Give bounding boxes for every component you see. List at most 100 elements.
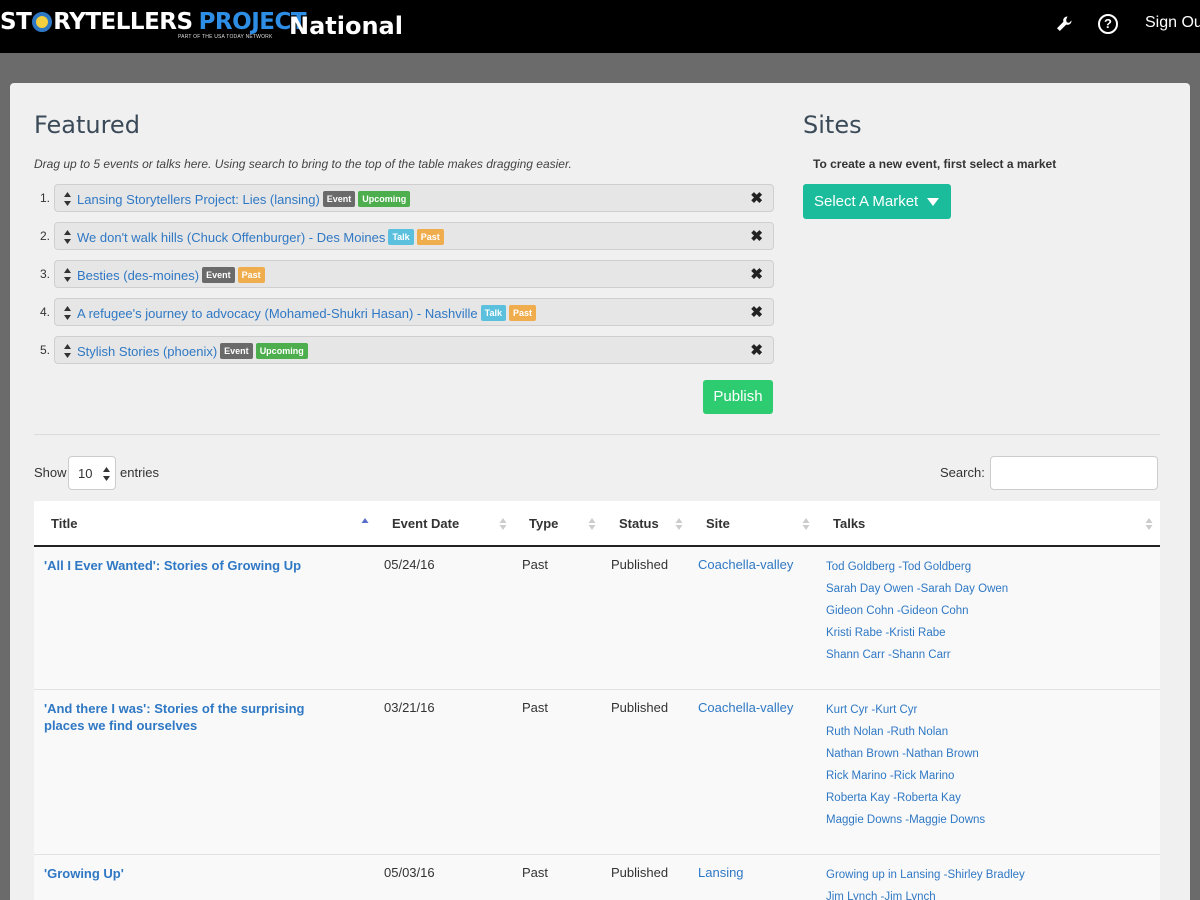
featured-item[interactable]: 2. We don't walk hills (Chuck Offenburger…: [34, 222, 774, 250]
row-talks-list: Kurt Cyr -Kurt Cyr Ruth Nolan -Ruth Nolan…: [826, 699, 985, 831]
entries-length-select[interactable]: 10: [68, 456, 116, 490]
featured-item-link[interactable]: Besties (des-moines) Event Past: [77, 267, 265, 283]
badge-event: Event: [202, 267, 235, 283]
entries-length-value: 10: [78, 466, 93, 481]
featured-item-label[interactable]: A refugee's journey to advocacy (Mohamed…: [77, 306, 478, 321]
sort-icon[interactable]: [499, 517, 507, 531]
column-header-type[interactable]: Type: [529, 516, 558, 531]
featured-item-number: 4.: [39, 305, 50, 319]
featured-item[interactable]: 5. Stylish Stories (phoenix) Event Upcoming…: [34, 336, 774, 364]
sort-asc-icon[interactable]: [361, 517, 369, 531]
talk-link[interactable]: Jim Lynch -Jim Lynch: [826, 886, 1025, 900]
logo-o-circle: [32, 12, 53, 32]
logo-text-a: ST: [0, 9, 32, 35]
row-site-link[interactable]: Lansing: [698, 865, 744, 880]
sort-icon[interactable]: [588, 517, 596, 531]
table-row: 'All I Ever Wanted': Stories of Growing …: [34, 547, 1160, 690]
logo-subtitle: PART OF THE USA TODAY NETWORK: [178, 34, 273, 40]
row-site-link[interactable]: Coachella-valley: [698, 700, 793, 715]
remove-close-icon[interactable]: ✖: [750, 305, 763, 320]
entries-label: entries: [120, 465, 160, 480]
drag-handle-icon[interactable]: [63, 343, 72, 359]
featured-item[interactable]: 1. Lansing Storytellers Project: Lies (la…: [34, 184, 774, 212]
select-market-dropdown[interactable]: Select A Market: [803, 184, 951, 219]
featured-item[interactable]: 4. A refugee's journey to advocacy (Moham…: [34, 298, 774, 326]
featured-item-box[interactable]: We don't walk hills (Chuck Offenburger) …: [54, 222, 774, 250]
featured-hint: Drag up to 5 events or talks here. Using…: [34, 157, 572, 171]
talk-link[interactable]: Roberta Kay -Roberta Kay: [826, 787, 985, 809]
row-status: Published: [611, 700, 669, 715]
row-talks-list: Growing up in Lansing -Shirley Bradley Ji…: [826, 864, 1025, 900]
talk-link[interactable]: Ruth Nolan -Ruth Nolan: [826, 721, 985, 743]
featured-item-link[interactable]: Lansing Storytellers Project: Lies (lans…: [77, 191, 411, 207]
row-site-link[interactable]: Coachella-valley: [698, 557, 793, 572]
remove-close-icon[interactable]: ✖: [750, 229, 763, 244]
featured-item-link[interactable]: We don't walk hills (Chuck Offenburger) …: [77, 229, 444, 245]
featured-item-box[interactable]: Stylish Stories (phoenix) Event Upcoming ✖: [54, 336, 774, 364]
talk-link[interactable]: Gideon Cohn -Gideon Cohn: [826, 600, 1008, 622]
talk-link[interactable]: Nathan Brown -Nathan Brown: [826, 743, 985, 765]
badge-past: Past: [508, 305, 536, 321]
featured-item[interactable]: 3. Besties (des-moines) Event Past ✖: [34, 260, 774, 288]
featured-item-label[interactable]: We don't walk hills (Chuck Offenburger) …: [77, 230, 385, 245]
drag-handle-icon[interactable]: [63, 267, 72, 283]
row-status: Published: [611, 865, 669, 880]
badge-event: Event: [220, 343, 253, 359]
remove-close-icon[interactable]: ✖: [750, 191, 763, 206]
featured-item-label[interactable]: Stylish Stories (phoenix): [77, 344, 217, 359]
search-input[interactable]: [990, 456, 1158, 490]
drag-handle-icon[interactable]: [63, 229, 72, 245]
featured-item-box[interactable]: Lansing Storytellers Project: Lies (lans…: [54, 184, 774, 212]
row-title-link[interactable]: 'Growing Up': [44, 865, 314, 882]
talk-link[interactable]: Maggie Downs -Maggie Downs: [826, 809, 985, 831]
app-title: National: [289, 12, 403, 40]
search-label: Search:: [940, 465, 985, 480]
column-header-status[interactable]: Status: [619, 516, 659, 531]
talk-link[interactable]: Kristi Rabe -Kristi Rabe: [826, 622, 1008, 644]
divider: [34, 434, 1160, 435]
badge-upcoming: Upcoming: [358, 191, 411, 207]
featured-item-number: 5.: [39, 343, 50, 357]
sort-icon[interactable]: [1145, 517, 1153, 531]
column-header-event-date[interactable]: Event Date: [392, 516, 459, 531]
badge-upcoming: Upcoming: [255, 343, 308, 359]
help-icon[interactable]: ?: [1098, 14, 1118, 34]
featured-item-label[interactable]: Besties (des-moines): [77, 268, 199, 283]
talk-link[interactable]: Growing up in Lansing -Shirley Bradley: [826, 864, 1025, 886]
featured-item-box[interactable]: A refugee's journey to advocacy (Mohamed…: [54, 298, 774, 326]
featured-item-link[interactable]: A refugee's journey to advocacy (Mohamed…: [77, 305, 536, 321]
talk-link[interactable]: Shann Carr -Shann Carr: [826, 644, 1008, 666]
row-status: Published: [611, 557, 669, 572]
table-body: 'All I Ever Wanted': Stories of Growing …: [34, 547, 1160, 900]
talk-link[interactable]: Kurt Cyr -Kurt Cyr: [826, 699, 985, 721]
featured-item-label[interactable]: Lansing Storytellers Project: Lies (lans…: [77, 192, 320, 207]
caret-down-icon: [927, 198, 939, 206]
featured-item-number: 1.: [39, 191, 50, 205]
column-header-site[interactable]: Site: [706, 516, 730, 531]
sort-icon[interactable]: [675, 517, 683, 531]
drag-handle-icon[interactable]: [63, 305, 72, 321]
talk-link[interactable]: Rick Marino -Rick Marino: [826, 765, 985, 787]
table-row: 'And there I was': Stories of the surpri…: [34, 690, 1160, 855]
featured-item-link[interactable]: Stylish Stories (phoenix) Event Upcoming: [77, 343, 308, 359]
remove-close-icon[interactable]: ✖: [750, 267, 763, 282]
row-title-link[interactable]: 'All I Ever Wanted': Stories of Growing …: [44, 557, 314, 574]
select-market-label: Select A Market: [814, 193, 919, 210]
sort-icon[interactable]: [802, 517, 810, 531]
wrench-icon[interactable]: [1054, 14, 1074, 34]
featured-item-number: 3.: [39, 267, 50, 281]
row-event-date: 05/03/16: [384, 865, 435, 880]
storytellers-logo[interactable]: ST RYTELLERS PROJECT PART OF THE USA TODAY…: [0, 9, 307, 41]
row-title-link[interactable]: 'And there I was': Stories of the surpri…: [44, 700, 314, 734]
talk-link[interactable]: Tod Goldberg -Tod Goldberg: [826, 556, 1008, 578]
sites-heading: Sites: [803, 111, 862, 139]
badge-talk: Talk: [480, 305, 506, 321]
talk-link[interactable]: Sarah Day Owen -Sarah Day Owen: [826, 578, 1008, 600]
column-header-title[interactable]: Title: [51, 516, 78, 531]
drag-handle-icon[interactable]: [63, 191, 72, 207]
column-header-talks[interactable]: Talks: [833, 516, 865, 531]
publish-button[interactable]: Publish: [703, 380, 773, 414]
featured-item-box[interactable]: Besties (des-moines) Event Past ✖: [54, 260, 774, 288]
remove-close-icon[interactable]: ✖: [750, 343, 763, 358]
sign-out-link[interactable]: Sign Out: [1145, 14, 1200, 32]
